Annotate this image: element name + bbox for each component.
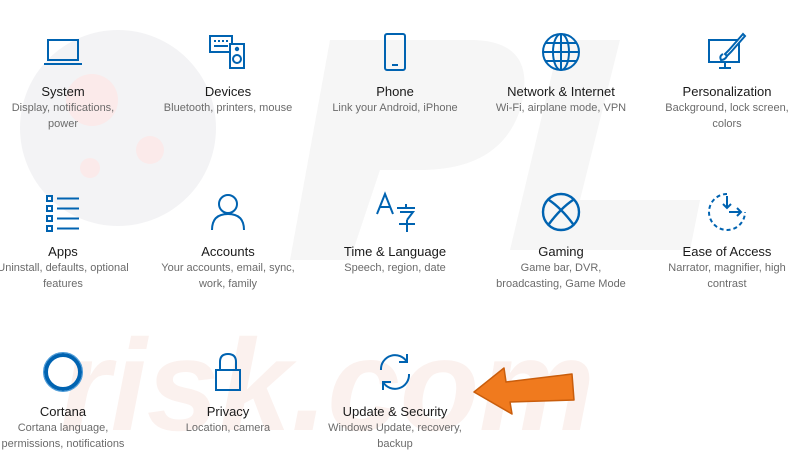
tile-desc: permissions, notifications (1, 438, 125, 450)
tile-desc: broadcasting, Game Mode (496, 278, 626, 290)
tile-gaming[interactable]: Gaming Game bar, DVR, broadcasting, Game… (481, 190, 641, 292)
tile-update-security[interactable]: Update & Security Windows Update, recove… (315, 350, 475, 452)
tile-time-language[interactable]: Time & Language Speech, region, date (315, 190, 475, 276)
person-icon (206, 190, 250, 234)
orange-arrow-icon (473, 367, 575, 415)
tile-desc: Link your Android, iPhone (332, 102, 458, 114)
tile-devices[interactable]: Devices Bluetooth, printers, mouse (148, 30, 308, 116)
tile-title: Gaming (538, 244, 584, 259)
tile-title: Update & Security (342, 404, 448, 419)
tile-desc: Your accounts, email, sync, (161, 262, 295, 274)
tile-title: Cortana (39, 404, 87, 419)
tile-cortana[interactable]: Cortana Cortana language, permissions, n… (0, 350, 143, 452)
tile-personalization[interactable]: Personalization Background, lock screen,… (647, 30, 790, 132)
cortana-icon (41, 350, 85, 394)
tile-desc: work, family (198, 278, 258, 290)
tile-desc: Narrator, magnifier, high (668, 262, 786, 274)
ease-of-access-icon (705, 190, 749, 234)
tile-system[interactable]: System Display, notifications, power (0, 30, 143, 132)
tile-phone[interactable]: Phone Link your Android, iPhone (315, 30, 475, 116)
tile-title: System (41, 84, 85, 99)
tile-title: Devices (204, 84, 252, 99)
apps-list-icon (41, 190, 85, 234)
tile-ease-of-access[interactable]: Ease of Access Narrator, magnifier, high… (647, 190, 790, 292)
tile-desc: Game bar, DVR, (520, 262, 602, 274)
phone-icon (373, 30, 417, 74)
tile-apps[interactable]: Apps Uninstall, defaults, optional featu… (0, 190, 143, 292)
tile-title: Personalization (682, 84, 772, 99)
tile-title: Apps (48, 244, 78, 259)
tile-privacy[interactable]: Privacy Location, camera (148, 350, 308, 436)
tile-title: Phone (376, 84, 414, 99)
tile-desc: contrast (707, 278, 747, 290)
xbox-icon (539, 190, 583, 234)
tile-desc: features (43, 278, 83, 290)
tile-title: Ease of Access (682, 244, 772, 259)
keyboard-speaker-icon (206, 30, 250, 74)
tile-desc: Cortana language, (17, 422, 109, 434)
tile-desc: Wi-Fi, airplane mode, VPN (495, 102, 627, 114)
paint-brush-icon (705, 30, 749, 74)
tile-desc: Speech, region, date (344, 262, 446, 274)
laptop-icon (41, 30, 85, 74)
tile-desc: Bluetooth, printers, mouse (163, 102, 293, 114)
lock-icon (206, 350, 250, 394)
tile-network-internet[interactable]: Network & Internet Wi-Fi, airplane mode,… (481, 30, 641, 116)
tile-desc: Windows Update, recovery, (328, 422, 462, 434)
sync-icon (373, 350, 417, 394)
tile-accounts[interactable]: Accounts Your accounts, email, sync, wor… (148, 190, 308, 292)
tile-title: Privacy (206, 404, 250, 419)
tile-desc: colors (712, 118, 742, 130)
tile-desc: backup (377, 438, 413, 450)
tile-desc: Uninstall, defaults, optional (0, 262, 129, 274)
tile-desc: Background, lock screen, (665, 102, 789, 114)
tile-title: Network & Internet (507, 84, 615, 99)
tile-desc: Location, camera (185, 422, 271, 434)
tile-title: Accounts (201, 244, 255, 259)
globe-icon (539, 30, 583, 74)
tile-desc: Display, notifications, (11, 102, 115, 114)
time-language-icon (373, 190, 417, 234)
tile-desc: power (48, 118, 78, 130)
tile-title: Time & Language (343, 244, 447, 259)
